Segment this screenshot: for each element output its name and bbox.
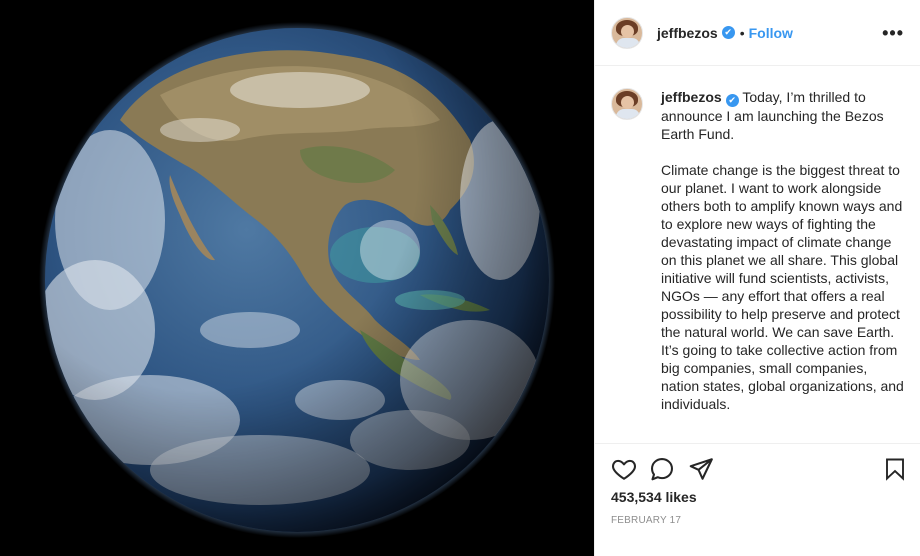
caption: jeffbezos ✔ Today, I’m thrilled to announ… xyxy=(661,88,905,443)
post-image-earth[interactable] xyxy=(0,0,594,556)
post-sidebar: jeffbezos ✔ • Follow ••• jeffbezos ✔ Toda… xyxy=(594,0,920,556)
post-actions-section: 453,534 likes FEBRUARY 17 xyxy=(595,443,920,556)
post-date[interactable]: FEBRUARY 17 xyxy=(611,515,681,526)
separator-dot: • xyxy=(739,24,745,41)
header-username[interactable]: jeffbezos xyxy=(657,25,718,41)
verified-badge-icon: ✔ xyxy=(721,26,735,39)
caption-intro-paragraph: jeffbezos ✔ Today, I’m thrilled to announ… xyxy=(661,88,905,143)
caption-section: jeffbezos ✔ Today, I’m thrilled to announ… xyxy=(595,67,920,443)
caption-username[interactable]: jeffbezos xyxy=(661,89,722,105)
earth-image xyxy=(0,0,594,556)
likes-count[interactable]: 453,534 likes xyxy=(611,489,697,505)
caption-verified-badge-icon: ✔ xyxy=(725,94,739,107)
comment-icon[interactable] xyxy=(649,456,675,482)
follow-button[interactable]: Follow xyxy=(749,25,793,41)
share-icon[interactable] xyxy=(688,456,714,482)
instagram-post: jeffbezos ✔ • Follow ••• jeffbezos ✔ Toda… xyxy=(0,0,920,556)
action-bar xyxy=(611,456,905,482)
caption-avatar[interactable] xyxy=(611,88,643,120)
caption-body-text: Climate change is the biggest threat to … xyxy=(661,162,904,412)
avatar[interactable] xyxy=(611,16,643,49)
bookmark-icon[interactable] xyxy=(883,456,907,482)
post-header: jeffbezos ✔ • Follow ••• xyxy=(595,0,920,66)
more-options-icon[interactable]: ••• xyxy=(882,24,904,42)
heart-icon[interactable] xyxy=(611,456,637,482)
